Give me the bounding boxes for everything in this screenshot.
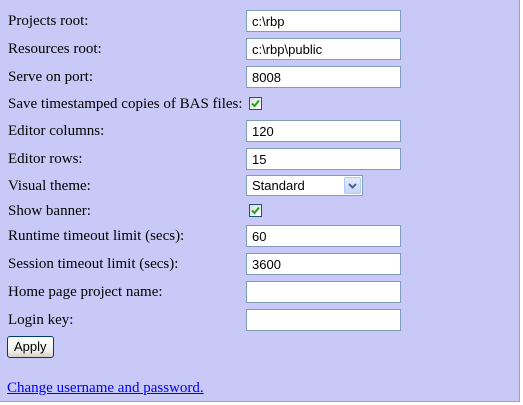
- session-timeout-row: Session timeout limit (secs):: [0, 251, 520, 277]
- settings-panel: Projects root: Resources root: Serve on …: [0, 0, 520, 402]
- editor-rows-label: Editor rows:: [8, 151, 83, 167]
- home-page-project-row: Home page project name:: [0, 279, 520, 305]
- visual-theme-label: Visual theme:: [8, 178, 91, 194]
- login-key-row: Login key:: [0, 307, 520, 333]
- save-timestamped-label: Save timestamped copies of BAS files:: [8, 96, 243, 112]
- editor-columns-input[interactable]: [246, 120, 401, 142]
- visual-theme-select[interactable]: Standard: [246, 175, 363, 196]
- editor-columns-row: Editor columns:: [0, 118, 520, 144]
- session-timeout-input[interactable]: [246, 253, 401, 275]
- resources-root-row: Resources root:: [0, 36, 520, 62]
- home-page-project-input[interactable]: [246, 281, 401, 303]
- show-banner-row: Show banner:: [0, 198, 520, 224]
- runtime-timeout-label: Runtime timeout limit (secs):: [8, 228, 185, 244]
- login-key-label: Login key:: [8, 312, 74, 328]
- serve-on-port-input[interactable]: [246, 66, 401, 88]
- home-page-project-label: Home page project name:: [8, 284, 163, 300]
- login-key-input[interactable]: [246, 309, 401, 331]
- resources-root-label: Resources root:: [8, 41, 102, 57]
- visual-theme-value: Standard: [252, 178, 305, 193]
- show-banner-label: Show banner:: [8, 203, 91, 219]
- show-banner-checkbox[interactable]: [249, 204, 262, 217]
- serve-on-port-row: Serve on port:: [0, 64, 520, 90]
- runtime-timeout-row: Runtime timeout limit (secs):: [0, 223, 520, 249]
- serve-on-port-label: Serve on port:: [8, 69, 93, 85]
- projects-root-row: Projects root:: [0, 8, 520, 34]
- dropdown-button[interactable]: [344, 177, 361, 194]
- checkmark-icon: [251, 99, 260, 108]
- save-timestamped-row: Save timestamped copies of BAS files:: [0, 91, 520, 117]
- resources-root-input[interactable]: [246, 38, 401, 60]
- change-credentials-link[interactable]: Change username and password.: [7, 379, 204, 397]
- save-timestamped-checkbox[interactable]: [249, 97, 262, 110]
- chevron-down-icon: [348, 183, 357, 189]
- apply-button[interactable]: Apply: [7, 336, 54, 358]
- checkmark-icon: [251, 206, 260, 215]
- visual-theme-row: Visual theme: Standard: [0, 173, 520, 199]
- projects-root-label: Projects root:: [8, 13, 89, 29]
- session-timeout-label: Session timeout limit (secs):: [8, 256, 179, 272]
- projects-root-input[interactable]: [246, 10, 401, 32]
- editor-rows-row: Editor rows:: [0, 146, 520, 172]
- editor-columns-label: Editor columns:: [8, 123, 105, 139]
- runtime-timeout-input[interactable]: [246, 225, 401, 247]
- editor-rows-input[interactable]: [246, 148, 401, 170]
